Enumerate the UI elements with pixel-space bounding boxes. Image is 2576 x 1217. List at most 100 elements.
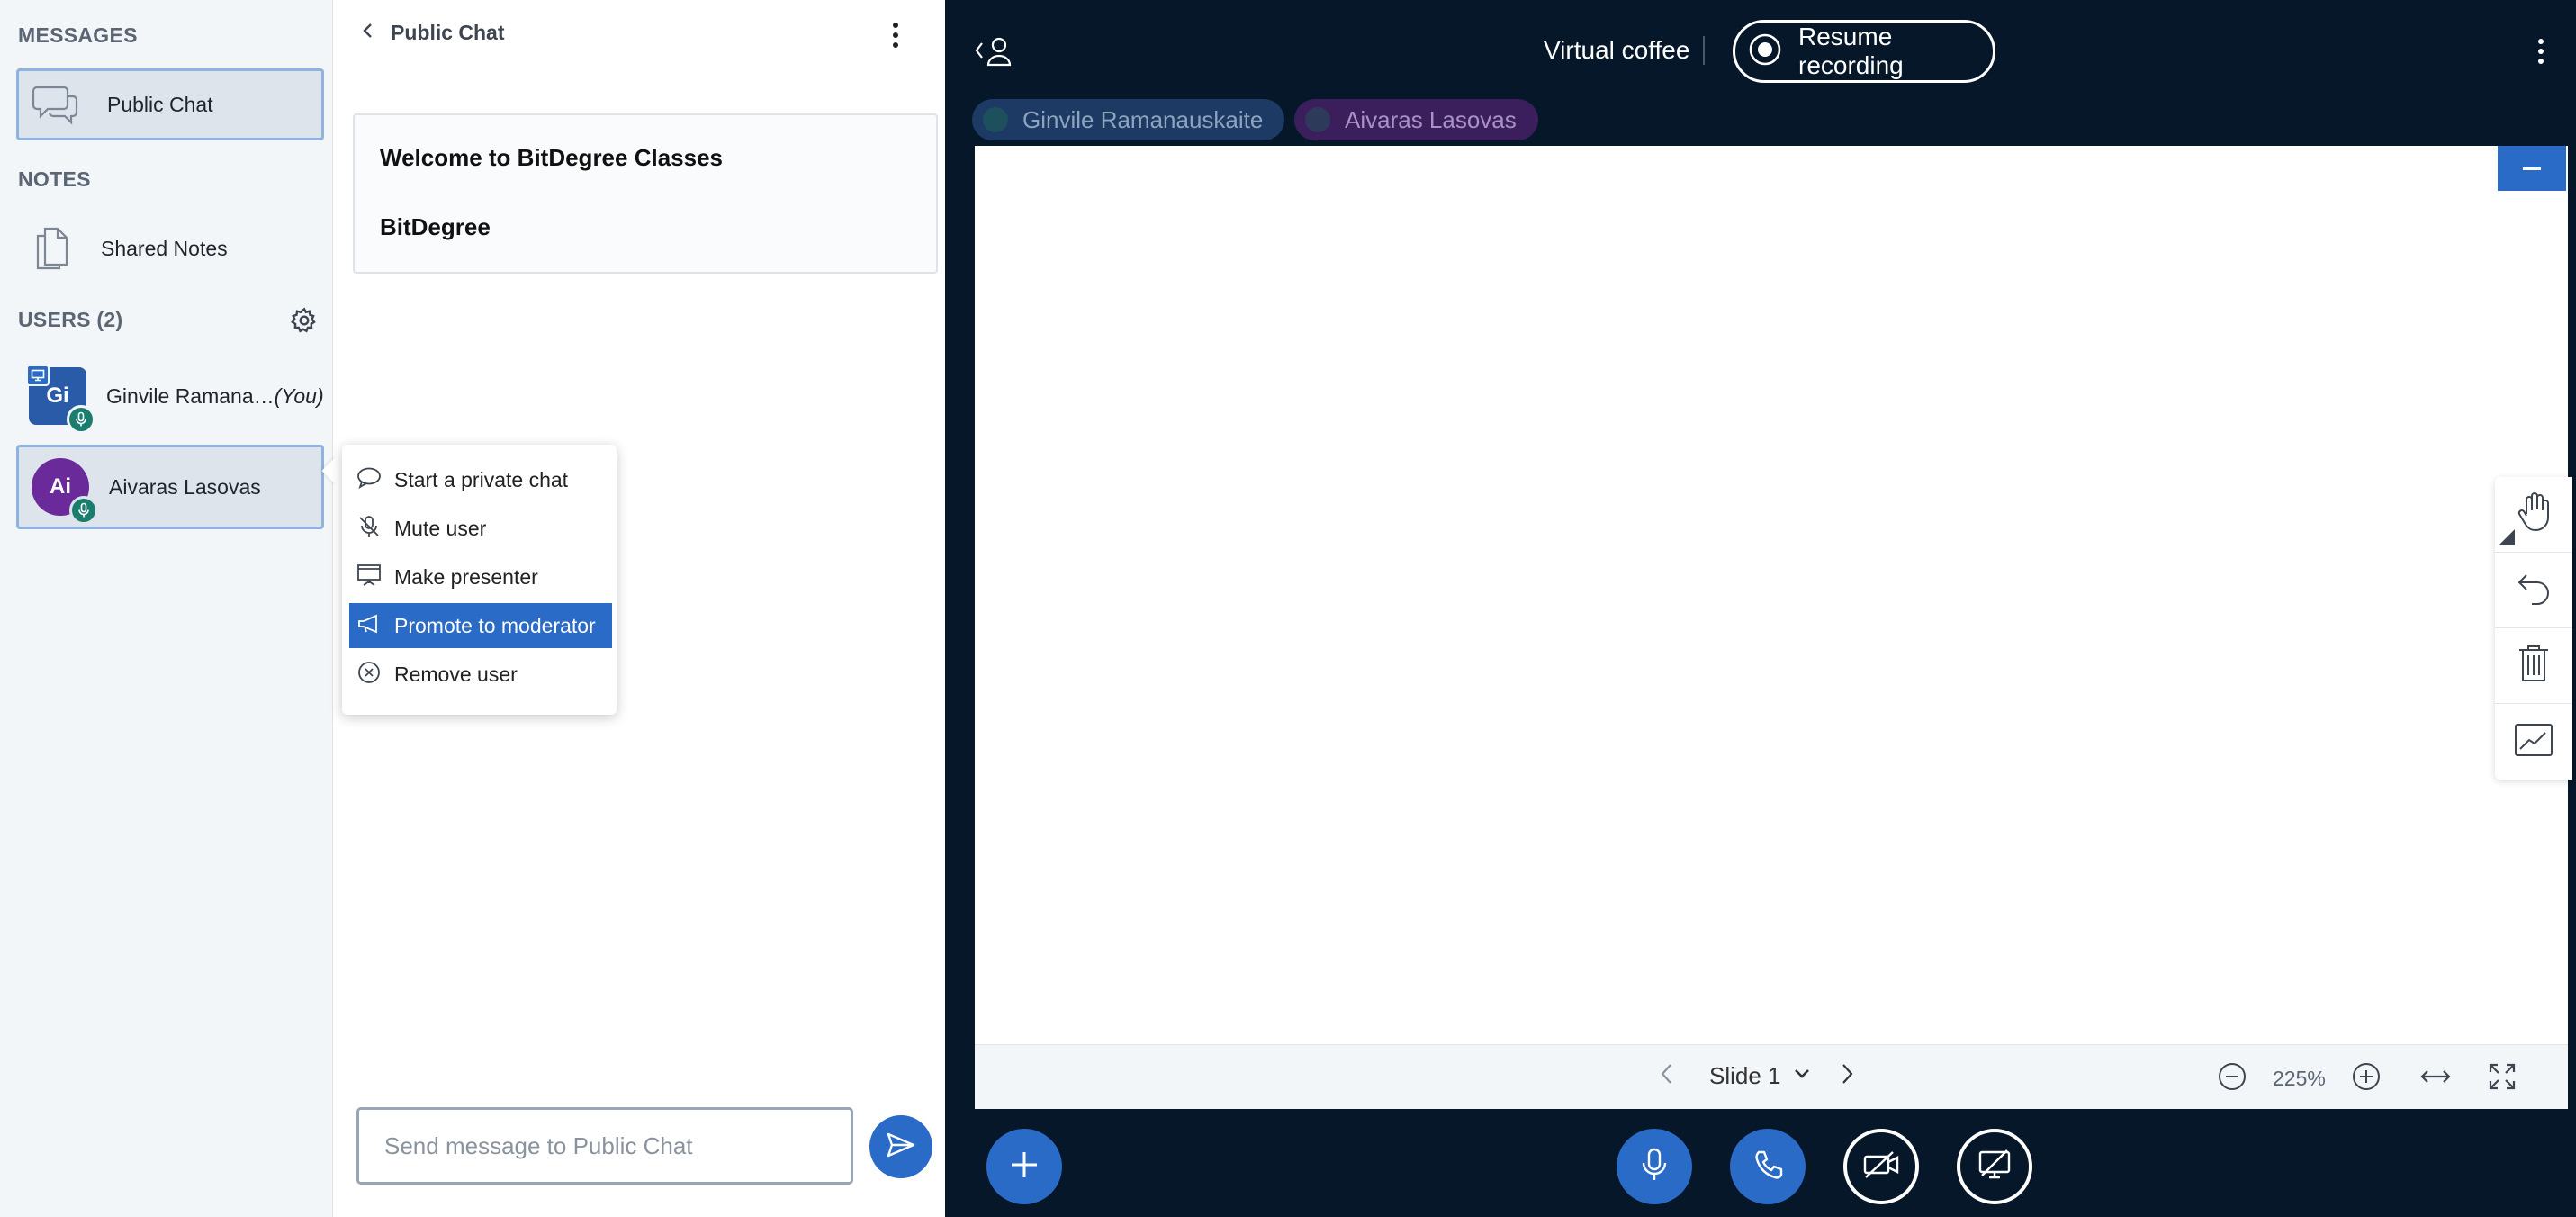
slide-selector[interactable]: Slide 1 [1709, 1062, 1781, 1090]
users-section-title: USERS (2) [18, 308, 123, 331]
slide-navigation: Slide 1 [1659, 1061, 1855, 1091]
phone-icon [1752, 1149, 1784, 1185]
menu-item-promote-to-moderator[interactable]: Promote to moderator [349, 603, 612, 648]
user-name-text: Ginvile Ramana… [106, 383, 275, 408]
undo-tool-button[interactable] [2495, 553, 2572, 628]
pan-tool-button[interactable] [2495, 477, 2572, 553]
microphone-icon [1641, 1147, 1668, 1187]
fit-to-width-icon[interactable] [2419, 1068, 2452, 1090]
welcome-message: Welcome to BitDegree Classes BitDegree [353, 113, 938, 274]
user-list-item-ginvile[interactable]: Gi Ginvile Ramana…(You) [16, 360, 324, 434]
undo-icon [2514, 570, 2553, 610]
avatar: Gi [26, 365, 95, 434]
welcome-line-2: BitDegree [380, 213, 491, 240]
minimize-presentation-button[interactable] [2498, 146, 2566, 191]
mute-microphone-button[interactable] [1617, 1129, 1692, 1204]
send-message-button[interactable] [869, 1115, 932, 1178]
resume-recording-button[interactable]: Resume recording [1733, 20, 1995, 83]
tool-submenu-indicator [2499, 529, 2515, 545]
menu-item-make-presenter[interactable]: Make presenter [349, 554, 612, 599]
chat-message-input[interactable] [356, 1107, 853, 1185]
chat-options-kebab-icon[interactable] [891, 22, 900, 53]
leave-audio-button[interactable] [1730, 1129, 1806, 1204]
record-icon [1748, 32, 1782, 71]
avatar-initials: Gi [46, 383, 69, 408]
fullscreen-icon[interactable] [2488, 1062, 2517, 1095]
megaphone-icon [356, 613, 382, 639]
talker-name: Ginvile Ramanauskaite [1022, 105, 1264, 133]
presentation-stage: Virtual coffee Resume recording Ginvile … [945, 0, 2576, 1217]
chat-bubbles-icon [32, 82, 80, 127]
shared-notes-label: Shared Notes [101, 236, 228, 260]
whiteboard-toolbar [2495, 477, 2572, 780]
zoom-out-icon[interactable] [2217, 1061, 2247, 1096]
hand-icon [2514, 491, 2553, 538]
notes-section-title: NOTES [18, 167, 91, 191]
public-chat-label: Public Chat [107, 92, 213, 116]
camera-off-icon [1862, 1150, 1900, 1184]
minus-icon [2523, 167, 2541, 170]
actions-plus-button[interactable] [986, 1129, 1062, 1204]
user-list-panel: MESSAGES Public Chat NOTES Shared Notes … [0, 0, 333, 1217]
zoom-in-icon[interactable] [2351, 1061, 2382, 1096]
action-bar [945, 1109, 2576, 1217]
user-name: Aivaras Lasovas [109, 474, 261, 499]
chart-line-icon [2513, 722, 2554, 762]
send-arrow-icon [886, 1131, 916, 1163]
messages-section-title: MESSAGES [18, 23, 138, 47]
welcome-line-1: Welcome to BitDegree Classes [380, 144, 723, 171]
chevron-down-icon[interactable] [1792, 1067, 1812, 1086]
toggle-userlist-user-icon[interactable] [974, 34, 1015, 73]
menu-item-label: Start a private chat [394, 467, 569, 491]
public-chat-item[interactable]: Public Chat [16, 68, 324, 140]
menu-item-remove-user[interactable]: Remove user [349, 652, 612, 697]
zoom-controls: 225% [2217, 1061, 2517, 1096]
trash-icon [2516, 643, 2552, 689]
meeting-options-kebab-icon[interactable] [2536, 38, 2545, 69]
you-suffix: (You) [274, 383, 324, 408]
avatar-initials: Ai [50, 474, 71, 499]
slide-controls-bar: Slide 1 225% [975, 1044, 2568, 1109]
document-icon [29, 223, 74, 274]
talking-indicator-aivaras[interactable]: Aivaras Lasovas [1294, 99, 1538, 140]
chevron-left-icon[interactable] [360, 20, 376, 46]
user-name: Ginvile Ramana…(You) [106, 384, 324, 409]
menu-item-label: Mute user [394, 516, 487, 540]
talker-name: Aivaras Lasovas [1345, 105, 1517, 133]
talker-status-dot [1305, 107, 1330, 132]
mic-off-icon [356, 514, 382, 544]
menu-item-start-private-chat[interactable]: Start a private chat [349, 457, 612, 502]
share-screen-button[interactable] [1957, 1129, 2032, 1204]
talking-indicator-ginvile[interactable]: Ginvile Ramanauskaite [972, 99, 1285, 140]
multi-user-tool-button[interactable] [2495, 704, 2572, 780]
menu-item-label: Remove user [394, 662, 518, 686]
meeting-title: Virtual coffee [1544, 36, 1690, 64]
remove-circle-icon [356, 660, 382, 690]
previous-slide-chevron-icon[interactable] [1659, 1061, 1675, 1091]
menu-item-mute-user[interactable]: Mute user [349, 506, 612, 551]
users-settings-gear-icon[interactable] [290, 306, 319, 339]
avatar: Ai [32, 458, 98, 525]
screen-share-off-icon [1977, 1149, 2013, 1185]
shared-notes-item[interactable]: Shared Notes [16, 212, 324, 284]
plus-icon [1008, 1149, 1040, 1185]
user-list-item-aivaras[interactable]: Ai Aivaras Lasovas [16, 445, 324, 529]
mic-on-badge-icon [69, 496, 98, 525]
whiteboard-slide[interactable] [975, 146, 2568, 1044]
zoom-level: 225% [2273, 1067, 2326, 1090]
menu-item-label: Promote to moderator [394, 613, 596, 637]
title-divider [1703, 36, 1705, 65]
presenter-badge-icon [26, 365, 50, 386]
presentation-icon [356, 563, 382, 591]
mic-on-badge-icon [67, 405, 95, 434]
chat-header[interactable]: Public Chat [360, 20, 505, 46]
share-webcam-button[interactable] [1843, 1129, 1919, 1204]
user-context-menu: Start a private chat Mute user Make pres… [342, 445, 617, 715]
recording-label: Resume recording [1798, 23, 1904, 79]
next-slide-chevron-icon[interactable] [1839, 1061, 1855, 1091]
menu-item-label: Make presenter [394, 564, 538, 589]
clear-tool-button[interactable] [2495, 628, 2572, 704]
chat-title: Public Chat [391, 21, 505, 44]
speech-bubble-icon [356, 466, 382, 494]
talker-status-dot [983, 107, 1008, 132]
